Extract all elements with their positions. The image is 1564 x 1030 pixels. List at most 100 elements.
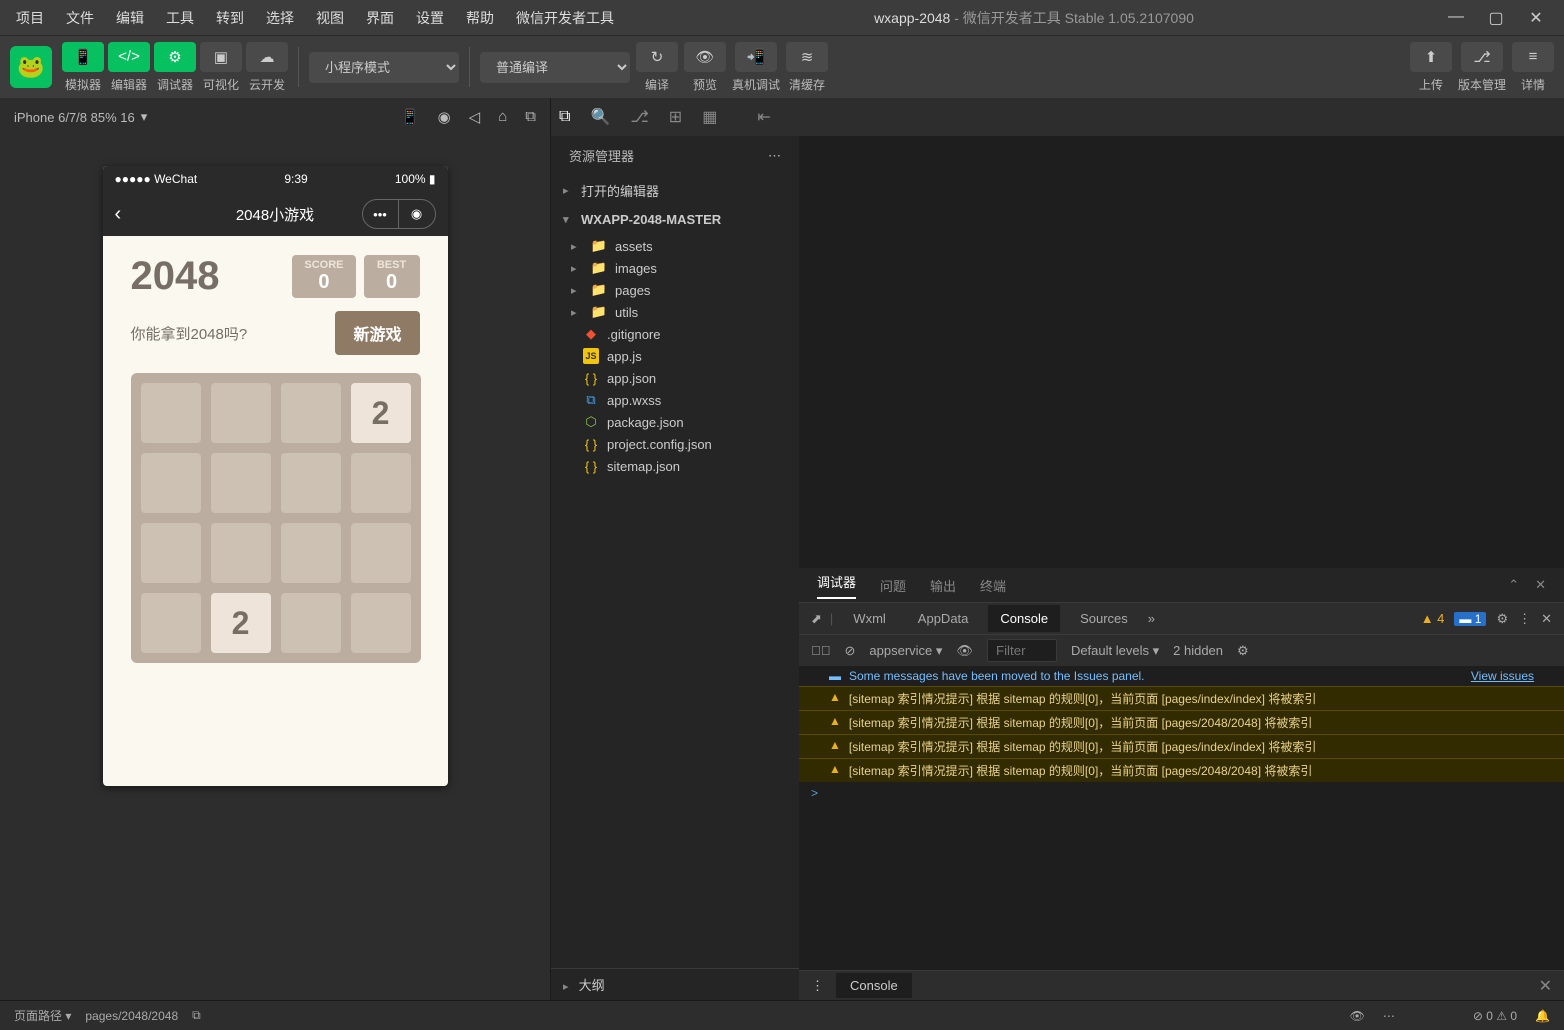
game-title: 2048 <box>131 254 220 299</box>
menu-tools[interactable]: 工具 <box>158 4 202 32</box>
cloud-button[interactable]: ☁ <box>246 42 288 72</box>
warn-count[interactable]: ▲ 4 <box>1421 611 1445 626</box>
compile-select[interactable]: 普通编译 <box>480 52 630 83</box>
explorer-more-icon[interactable]: ⋯ <box>768 148 781 164</box>
menu-file[interactable]: 文件 <box>58 4 102 32</box>
bell-icon[interactable]: 🔔 <box>1535 1009 1550 1023</box>
console-filter-input[interactable] <box>987 639 1057 662</box>
folder-pages[interactable]: ▸📁pages <box>551 279 799 301</box>
levels-select[interactable]: Default levels ▾ <box>1071 643 1159 659</box>
clear-cache-button[interactable]: ≋ <box>786 42 828 72</box>
tab-output[interactable]: 输出 <box>930 576 956 595</box>
compile-button[interactable]: ↻ <box>636 42 678 72</box>
workspace-root[interactable]: ▾WXAPP-2048-MASTER <box>551 206 799 233</box>
panel-close-icon[interactable]: ✕ <box>1535 577 1546 593</box>
new-game-button[interactable]: 新游戏 <box>335 311 419 355</box>
devtab-sources[interactable]: Sources <box>1068 605 1140 632</box>
outline-section[interactable]: ▸ 大纲 <box>551 968 799 1000</box>
devtab-more-icon[interactable]: » <box>1148 611 1155 626</box>
branch-icon[interactable]: ⎇ <box>630 107 648 127</box>
file-item[interactable]: { }sitemap.json <box>551 455 799 477</box>
stop-icon[interactable]: ◉ <box>438 108 451 126</box>
tab-problems[interactable]: 问题 <box>880 576 906 595</box>
open-editors-section[interactable]: ▸打开的编辑器 <box>551 175 799 206</box>
collapse-icon[interactable]: ⇤ <box>757 107 770 127</box>
hidden-count[interactable]: 2 hidden <box>1173 643 1223 658</box>
inspect-icon[interactable]: ⬈ <box>811 611 822 627</box>
folder-assets[interactable]: ▸📁assets <box>551 235 799 257</box>
file-item[interactable]: { }project.config.json <box>551 433 799 455</box>
kebab-icon[interactable]: ⋮ <box>1518 611 1531 627</box>
editor-button[interactable]: </> <box>108 42 150 72</box>
menu-settings[interactable]: 设置 <box>408 4 452 32</box>
device-label[interactable]: iPhone 6/7/8 85% 16 <box>14 110 135 125</box>
capsule-close-icon[interactable]: ◉ <box>399 200 435 228</box>
drawer-close-icon[interactable]: ✕ <box>1539 976 1552 996</box>
devtab-console[interactable]: Console <box>988 605 1060 632</box>
search-icon[interactable]: 🔍 <box>590 107 610 127</box>
minimize-button[interactable]: — <box>1446 8 1466 28</box>
close-button[interactable]: ✕ <box>1526 8 1546 28</box>
file-item[interactable]: ⧉app.wxss <box>551 389 799 411</box>
files-icon[interactable]: ⧉ <box>559 108 570 126</box>
menu-view[interactable]: 视图 <box>308 4 352 32</box>
preview-button[interactable]: 👁 <box>684 42 726 72</box>
more-status-icon[interactable]: ⋯ <box>1383 1009 1395 1023</box>
tab-terminal[interactable]: 终端 <box>980 576 1006 595</box>
debugger-button[interactable]: ⚙ <box>154 42 196 72</box>
copy-icon[interactable]: ⧉ <box>192 1008 201 1023</box>
grid-icon[interactable]: ▦ <box>702 107 717 127</box>
panel-chevron-icon[interactable]: ⌃ <box>1508 577 1519 593</box>
tab-debugger[interactable]: 调试器 <box>817 572 856 599</box>
page-path[interactable]: pages/2048/2048 <box>85 1009 178 1023</box>
window-icon[interactable]: ⧉ <box>525 108 536 126</box>
devtab-wxml[interactable]: Wxml <box>841 605 898 632</box>
maximize-button[interactable]: ▢ <box>1486 8 1506 28</box>
detail-button[interactable]: ≡ <box>1512 42 1554 72</box>
console-play-icon[interactable]: ▶⃞ <box>811 643 831 658</box>
file-item[interactable]: JSapp.js <box>551 345 799 367</box>
eye-icon[interactable]: 👁 <box>956 643 973 659</box>
mode-select[interactable]: 小程序模式 <box>309 52 459 83</box>
extensions-icon[interactable]: ⊞ <box>669 107 682 127</box>
folder-utils[interactable]: ▸📁utils <box>551 301 799 323</box>
menu-help[interactable]: 帮助 <box>458 4 502 32</box>
file-item[interactable]: ◆.gitignore <box>551 323 799 345</box>
device-icon[interactable]: 📱 <box>401 108 420 126</box>
menu-project[interactable]: 项目 <box>8 4 52 32</box>
capsule-more-icon[interactable]: ••• <box>363 200 399 228</box>
preview-status-icon[interactable]: 👁 <box>1350 1009 1365 1023</box>
menu-edit[interactable]: 编辑 <box>108 4 152 32</box>
console-prompt[interactable]: > <box>799 782 1564 804</box>
upload-button[interactable]: ⬆ <box>1410 42 1452 72</box>
console-gear-icon[interactable]: ⚙ <box>1237 643 1249 659</box>
file-item[interactable]: ⬡package.json <box>551 411 799 433</box>
console-clear-icon[interactable]: ⊘ <box>845 643 856 659</box>
file-item[interactable]: { }app.json <box>551 367 799 389</box>
vcs-button[interactable]: ⎇ <box>1461 42 1503 72</box>
drawer-console-tab[interactable]: Console <box>836 973 912 998</box>
menu-select[interactable]: 选择 <box>258 4 302 32</box>
folder-images[interactable]: ▸📁images <box>551 257 799 279</box>
menu-ui[interactable]: 界面 <box>358 4 402 32</box>
share-icon[interactable]: ◁ <box>469 108 481 126</box>
visual-button[interactable]: ▣ <box>200 42 242 72</box>
back-icon[interactable]: ‹ <box>115 203 122 226</box>
info-count[interactable]: ▬ 1 <box>1454 612 1486 626</box>
drawer-kebab-icon[interactable]: ⋮ <box>811 978 824 994</box>
view-issues-link[interactable]: View issues <box>1471 669 1534 683</box>
remote-debug-button[interactable]: 📲 <box>735 42 777 72</box>
simulator-button[interactable]: 📱 <box>62 42 104 72</box>
path-label[interactable]: 页面路径 ▾ <box>14 1007 71 1024</box>
devtab-appdata[interactable]: AppData <box>906 605 981 632</box>
console-context[interactable]: appservice ▾ <box>869 643 942 659</box>
status-errors[interactable]: ⊘ 0 ⚠ 0 <box>1473 1009 1517 1023</box>
devtools-close-icon[interactable]: ✕ <box>1541 611 1552 627</box>
gear-icon[interactable]: ⚙ <box>1496 611 1508 627</box>
home-icon[interactable]: ⌂ <box>498 108 507 126</box>
game-grid[interactable]: 22 <box>131 373 421 663</box>
capsule-menu[interactable]: ••• ◉ <box>362 199 436 229</box>
grid-cell <box>351 523 411 583</box>
menu-goto[interactable]: 转到 <box>208 4 252 32</box>
menu-wechat-devtools[interactable]: 微信开发者工具 <box>508 4 622 32</box>
